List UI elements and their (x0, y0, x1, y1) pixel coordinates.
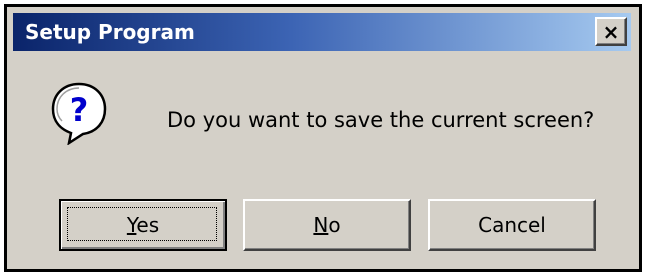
dialog-message: Do you want to save the current screen? (167, 108, 595, 132)
yes-button-label: Yes (127, 213, 159, 237)
svg-text:?: ? (70, 91, 89, 129)
no-button[interactable]: No (243, 199, 411, 251)
close-icon: × (602, 19, 620, 44)
cancel-button[interactable]: Cancel (428, 199, 596, 251)
title-bar[interactable]: Setup Program × (13, 13, 631, 51)
close-button[interactable]: × (595, 17, 627, 46)
yes-button[interactable]: Yes (59, 199, 227, 251)
window-title: Setup Program (25, 20, 195, 44)
no-button-label: No (313, 213, 340, 237)
question-icon: ? (51, 82, 107, 145)
cancel-button-label: Cancel (478, 213, 546, 237)
yes-label-rest: es (136, 213, 160, 237)
setup-dialog: Setup Program × ? Do you want to save th… (4, 4, 642, 272)
no-label-rest: o (328, 213, 341, 237)
yes-mnemonic: Y (126, 213, 137, 237)
no-mnemonic: N (313, 213, 329, 237)
